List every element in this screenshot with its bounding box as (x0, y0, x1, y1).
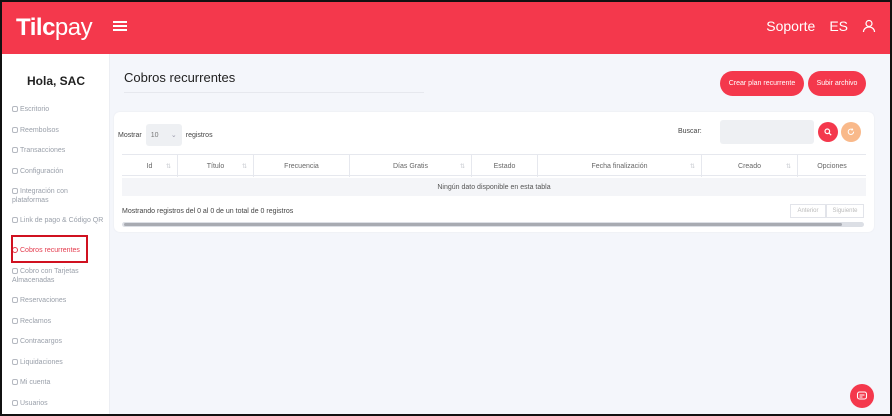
top-bar: Tilcpay Soporte ES (2, 2, 890, 54)
scrollbar-thumb[interactable] (124, 223, 842, 226)
sidebar-item-reclamos[interactable]: Reclamos (12, 317, 104, 326)
sidebar-item-integracion[interactable]: Integración con plataformas (12, 187, 104, 205)
next-page-button[interactable]: Siguiente (826, 204, 864, 218)
users-icon (12, 400, 18, 406)
column-header-titulo[interactable]: Título ⇅ (178, 155, 254, 177)
chargeback-icon (12, 338, 18, 344)
empty-table-message: Ningún dato disponible en esta tabla (122, 178, 866, 196)
settlement-icon (12, 359, 18, 365)
create-plan-button[interactable]: Crear plan recurrente (720, 71, 804, 96)
chevron-down-icon: ⌄ (170, 132, 177, 139)
search-label: Buscar: (678, 128, 702, 135)
sort-icon: ⇅ (241, 163, 247, 170)
show-label: Mostrar (118, 131, 142, 139)
tilopay-logo[interactable]: Tilcpay (16, 14, 93, 42)
upload-file-button[interactable]: Subir archivo (808, 71, 866, 96)
search-icon (824, 128, 832, 136)
greeting: Hola, SAC (26, 74, 85, 88)
support-link[interactable]: Soporte (766, 18, 815, 34)
integration-icon (12, 188, 18, 194)
page-size-control: Mostrar 10 ⌄ registros (118, 124, 213, 146)
column-header-id[interactable]: Id ⇅ (122, 155, 178, 177)
reset-button[interactable] (841, 122, 861, 142)
column-header-creado[interactable]: Creado ⇅ (702, 155, 798, 177)
sidebar-item-contracargos[interactable]: Contracargos (12, 337, 104, 346)
card-icon (12, 268, 18, 274)
sidebar-item-cobro-tarjetas[interactable]: Cobro con Tarjetas Almacenadas (12, 267, 104, 285)
horizontal-scrollbar[interactable] (122, 222, 864, 227)
page-size-select[interactable]: 10 ⌄ (145, 124, 182, 146)
app-window: Tilcpay Soporte ES Hola, SAC Escritorio … (0, 0, 892, 416)
sort-icon: ⇅ (689, 163, 695, 170)
sidebar-item-transacciones[interactable]: Transacciones (12, 146, 104, 155)
column-header-fecha-finalizacion[interactable]: Fecha finalización ⇅ (538, 155, 702, 177)
records-label: registros (185, 131, 213, 139)
refund-icon (12, 127, 18, 133)
refresh-icon (847, 128, 855, 135)
main-content: Cobros recurrentes Crear plan recurrente… (110, 54, 890, 414)
sort-icon: ⇅ (165, 163, 171, 170)
sidebar-item-reembolsos[interactable]: Reembolsos (12, 126, 104, 135)
column-header-estado[interactable]: Estado (472, 155, 538, 177)
transactions-icon (12, 147, 18, 153)
sidebar-item-liquidaciones[interactable]: Liquidaciones (12, 358, 104, 367)
search-input[interactable] (720, 120, 814, 144)
sidebar-item-mi-cuenta[interactable]: Mi cuenta (12, 378, 104, 387)
prev-page-button[interactable]: Anterior (790, 204, 826, 218)
language-selector[interactable]: ES (829, 18, 848, 34)
column-header-dias-gratis[interactable]: Días Gratis ⇅ (350, 155, 472, 177)
reservation-icon (12, 297, 18, 303)
active-item-highlight (11, 235, 88, 263)
link-icon (12, 217, 18, 223)
chat-button[interactable] (850, 384, 874, 408)
home-icon (12, 106, 18, 112)
search-button[interactable] (818, 122, 838, 142)
chat-icon (856, 391, 868, 400)
account-icon (12, 379, 18, 385)
column-header-opciones: Opciones (817, 162, 847, 170)
column-header-frecuencia[interactable]: Frecuencia (254, 155, 350, 177)
sidebar-item-reservaciones[interactable]: Reservaciones (12, 296, 104, 305)
menu-toggle-icon[interactable] (113, 18, 127, 34)
table-header: Id ⇅ Título ⇅ Frecuencia Días Gratis ⇅ Esta… (122, 154, 866, 177)
sort-icon: ⇅ (785, 163, 791, 170)
title-divider (124, 92, 424, 93)
settings-icon (12, 168, 18, 174)
sidebar-item-usuarios[interactable]: Usuarios (12, 399, 104, 408)
sidebar-item-link-pago[interactable]: Link de pago & Código QR (12, 216, 104, 225)
table-info: Mostrando registros del 0 al 0 de un tot… (122, 208, 294, 215)
page-title: Cobros recurrentes (124, 70, 236, 85)
claims-icon (12, 318, 18, 324)
sort-icon: ⇅ (459, 163, 465, 170)
user-icon[interactable] (862, 19, 876, 33)
sidebar: Hola, SAC Escritorio Reembolsos Transacc… (2, 54, 110, 414)
sidebar-item-configuracion[interactable]: Configuración (12, 167, 104, 176)
sidebar-item-escritorio[interactable]: Escritorio (12, 105, 104, 114)
